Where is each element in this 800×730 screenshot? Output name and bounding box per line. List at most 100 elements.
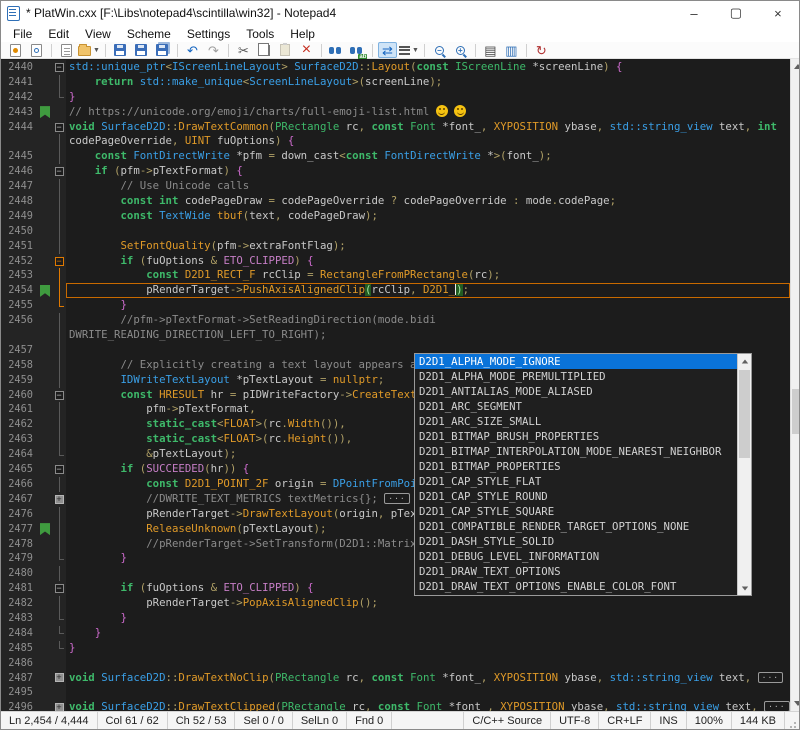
- fold-margin[interactable]: [52, 477, 66, 492]
- fold-margin[interactable]: [52, 566, 66, 581]
- zoom-out-button[interactable]: −: [430, 42, 449, 58]
- code-text[interactable]: }: [66, 611, 790, 626]
- marker-margin[interactable]: [39, 700, 52, 711]
- fold-margin[interactable]: [52, 641, 66, 656]
- editor-vertical-scrollbar[interactable]: [790, 59, 799, 711]
- code-line[interactable]: 2453 const D2D1_RECT_F rcClip = Rectangl…: [1, 268, 790, 283]
- code-line[interactable]: 2454 pRenderTarget->PushAxisAlignedClip(…: [1, 283, 790, 298]
- marker-margin[interactable]: [39, 105, 52, 120]
- menu-item-help[interactable]: Help: [282, 27, 323, 41]
- marker-margin[interactable]: [39, 462, 52, 477]
- code-line[interactable]: 2446− if (pfm->pTextFormat) {: [1, 164, 790, 179]
- code-line[interactable]: 2444−void SurfaceD2D::DrawTextCommon(PRe…: [1, 120, 790, 135]
- marker-margin[interactable]: [39, 194, 52, 209]
- fold-collapse-icon[interactable]: −: [55, 465, 64, 474]
- marker-margin[interactable]: [39, 551, 52, 566]
- code-text[interactable]: pRenderTarget->PushAxisAlignedClip(rcCli…: [66, 283, 790, 298]
- autocomplete-item[interactable]: D2D1_BITMAP_BRUSH_PROPERTIES: [415, 429, 737, 444]
- autocomplete-item[interactable]: D2D1_BITMAP_INTERPOLATION_MODE_NEAREST_N…: [415, 444, 737, 459]
- fold-margin[interactable]: +: [52, 492, 66, 507]
- autocomplete-scroll-up-icon[interactable]: [738, 354, 751, 368]
- scroll-down-icon[interactable]: [791, 696, 799, 711]
- fold-margin[interactable]: [52, 656, 66, 671]
- marker-margin[interactable]: [39, 134, 52, 149]
- code-line[interactable]: 2452− if (fuOptions & ETO_CLIPPED) {: [1, 254, 790, 269]
- open-file-button[interactable]: ▼: [78, 42, 100, 58]
- fold-ellipsis-icon[interactable]: ···: [758, 672, 783, 683]
- autocomplete-item[interactable]: D2D1_CAP_STYLE_ROUND: [415, 489, 737, 504]
- fold-margin[interactable]: [52, 685, 66, 700]
- code-text[interactable]: }: [66, 641, 790, 656]
- autocomplete-item[interactable]: D2D1_BITMAP_PROPERTIES: [415, 459, 737, 474]
- marker-margin[interactable]: [39, 402, 52, 417]
- code-line[interactable]: 2443// https://unicode.org/emoji/charts/…: [1, 105, 790, 120]
- code-line[interactable]: 2495: [1, 685, 790, 700]
- code-line[interactable]: 2496+void SurfaceD2D::DrawTextClipped(PR…: [1, 700, 790, 711]
- code-text[interactable]: codePageOverride, UINT fuOptions) {: [66, 134, 790, 149]
- marker-margin[interactable]: [39, 75, 52, 90]
- new-file-button[interactable]: [57, 42, 76, 58]
- code-text[interactable]: const D2D1_RECT_F rcClip = RectangleFrom…: [66, 268, 790, 283]
- redo-button[interactable]: ↷: [204, 42, 223, 58]
- marker-margin[interactable]: [39, 671, 52, 686]
- code-line[interactable]: 2484 }: [1, 626, 790, 641]
- code-text[interactable]: //pfm->pTextFormat->SetReadingDirection(…: [66, 313, 790, 328]
- fold-margin[interactable]: +: [52, 700, 66, 711]
- autocomplete-scrollbar-thumb[interactable]: [739, 370, 750, 458]
- marker-margin[interactable]: [39, 388, 52, 403]
- menu-item-file[interactable]: File: [5, 27, 40, 41]
- marker-margin[interactable]: [39, 149, 52, 164]
- autocomplete-item[interactable]: D2D1_DEBUG_LEVEL_INFORMATION: [415, 549, 737, 564]
- code-line[interactable]: 2450: [1, 224, 790, 239]
- fold-ellipsis-icon[interactable]: ···: [384, 493, 409, 504]
- code-text[interactable]: const TextWide tbuf(text, codePageDraw);: [66, 209, 790, 224]
- resize-grip-icon[interactable]: [787, 719, 797, 729]
- code-text[interactable]: pRenderTarget->PopAxisAlignedClip();: [66, 596, 790, 611]
- menu-item-tools[interactable]: Tools: [238, 27, 282, 41]
- fold-margin[interactable]: [52, 507, 66, 522]
- fold-margin[interactable]: −: [52, 462, 66, 477]
- view-scheme-button[interactable]: ▼: [399, 42, 419, 58]
- fold-margin[interactable]: [52, 402, 66, 417]
- code-text[interactable]: std::unique_ptr<IScreenLineLayout> Surfa…: [66, 60, 790, 75]
- autocomplete-item[interactable]: D2D1_COMPATIBLE_RENDER_TARGET_OPTIONS_NO…: [415, 519, 737, 534]
- status-segment[interactable]: CR+LF: [599, 712, 651, 729]
- marker-margin[interactable]: [39, 537, 52, 552]
- autocomplete-item[interactable]: D2D1_DASH_STYLE_SOLID: [415, 534, 737, 549]
- maximize-button[interactable]: ▢: [715, 1, 757, 25]
- fold-margin[interactable]: [52, 179, 66, 194]
- code-text[interactable]: void SurfaceD2D::DrawTextNoClip(PRectang…: [66, 671, 790, 686]
- code-text[interactable]: DWRITE_READING_DIRECTION_LEFT_TO_RIGHT);: [66, 328, 790, 343]
- marker-margin[interactable]: [39, 507, 52, 522]
- code-line[interactable]: 2482 pRenderTarget->PopAxisAlignedClip()…: [1, 596, 790, 611]
- code-line[interactable]: 2451 SetFontQuality(pfm->extraFontFlag);: [1, 239, 790, 254]
- status-segment[interactable]: SelLn 0: [293, 712, 347, 729]
- marker-margin[interactable]: [39, 417, 52, 432]
- minimize-button[interactable]: –: [673, 1, 715, 25]
- fold-margin[interactable]: −: [52, 60, 66, 75]
- fold-margin[interactable]: [52, 626, 66, 641]
- marker-margin[interactable]: [39, 581, 52, 596]
- marker-margin[interactable]: [39, 447, 52, 462]
- autocomplete-scroll-down-icon[interactable]: [738, 581, 751, 595]
- status-segment[interactable]: Fnd 0: [347, 712, 392, 729]
- code-line[interactable]: codePageOverride, UINT fuOptions) {: [1, 134, 790, 149]
- undo-button[interactable]: ↶: [183, 42, 202, 58]
- marker-margin[interactable]: [39, 611, 52, 626]
- status-segment[interactable]: Ln 2,454 / 4,444: [1, 712, 98, 729]
- fold-margin[interactable]: [52, 90, 66, 105]
- code-line[interactable]: 2456 //pfm->pTextFormat->SetReadingDirec…: [1, 313, 790, 328]
- marker-margin[interactable]: [39, 477, 52, 492]
- marker-margin[interactable]: [39, 626, 52, 641]
- marker-margin[interactable]: [39, 239, 52, 254]
- fold-margin[interactable]: [52, 105, 66, 120]
- fold-margin[interactable]: [52, 596, 66, 611]
- status-segment[interactable]: 144 KB: [732, 712, 785, 729]
- autocomplete-item[interactable]: D2D1_DRAW_TEXT_OPTIONS: [415, 564, 737, 579]
- code-line[interactable]: 2483 }: [1, 611, 790, 626]
- delete-button[interactable]: ×: [297, 42, 316, 58]
- margin-button[interactable]: ▥: [502, 42, 521, 58]
- code-text[interactable]: [66, 685, 790, 700]
- autocomplete-item[interactable]: D2D1_ARC_SIZE_SMALL: [415, 414, 737, 429]
- autocomplete-item[interactable]: D2D1_CAP_STYLE_SQUARE: [415, 504, 737, 519]
